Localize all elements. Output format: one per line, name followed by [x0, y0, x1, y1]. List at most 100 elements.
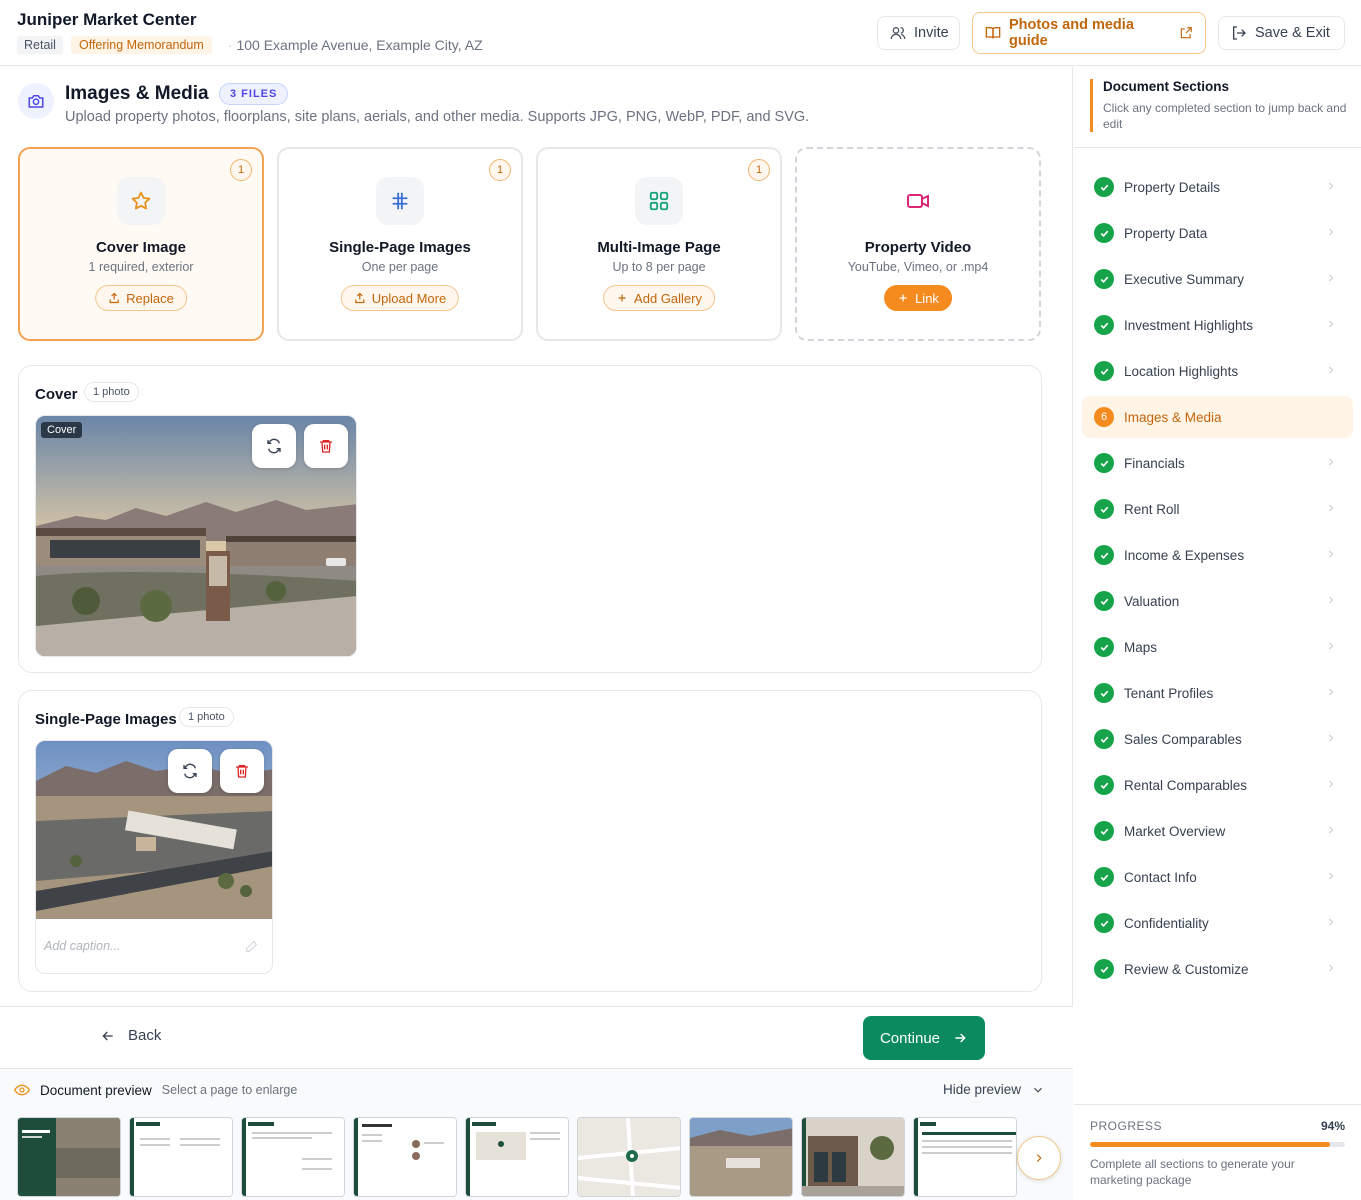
- chevron-right-icon: [1325, 180, 1337, 195]
- check-icon: [1094, 683, 1114, 703]
- single-page-panel: Single-Page Images 1 photo Add caption..…: [18, 690, 1042, 992]
- chevron-right-icon: [1325, 502, 1337, 517]
- chevron-right-icon: [1325, 824, 1337, 839]
- multi-image-card[interactable]: 1 Multi-Image Page Up to 8 per page Add …: [536, 147, 782, 341]
- card-title: Cover Image: [95, 239, 187, 256]
- sidebar-item[interactable]: Review & Customize: [1082, 948, 1353, 990]
- sidebar-item[interactable]: Financials: [1082, 442, 1353, 484]
- caption-input[interactable]: Add caption...: [44, 939, 120, 953]
- check-icon: [1094, 269, 1114, 289]
- sidebar-item-label: Executive Summary: [1124, 271, 1245, 287]
- delete-photo-button[interactable]: [304, 424, 348, 468]
- cover-image-card[interactable]: 1 Cover Image 1 required, exterior Repla…: [18, 147, 264, 341]
- logout-icon: [1231, 25, 1247, 41]
- sidebar-item[interactable]: Rent Roll: [1082, 488, 1353, 530]
- preview-page-thumbnail[interactable]: [241, 1117, 345, 1197]
- preview-subtitle: Select a page to enlarge: [161, 1083, 298, 1097]
- delete-photo-button[interactable]: [220, 749, 264, 793]
- plus-icon: [616, 292, 628, 304]
- cover-panel-title: Cover: [35, 386, 78, 403]
- cover-label: Cover: [41, 422, 83, 438]
- chevron-right-icon: [1325, 732, 1337, 747]
- upload-more-button[interactable]: Upload More: [340, 285, 460, 311]
- continue-label: Continue: [879, 1029, 941, 1047]
- sidebar-item[interactable]: Investment Highlights: [1082, 304, 1353, 346]
- cover-photo[interactable]: Cover: [35, 415, 357, 657]
- preview-page-thumbnail[interactable]: [689, 1117, 793, 1197]
- sidebar-item[interactable]: Valuation: [1082, 580, 1353, 622]
- back-button[interactable]: Back: [100, 1027, 161, 1044]
- add-gallery-button[interactable]: Add Gallery: [603, 285, 715, 311]
- sidebar-divider: [1074, 147, 1361, 148]
- section-title: Images & Media: [65, 83, 209, 104]
- chevron-right-icon: [1325, 272, 1337, 287]
- replace-button[interactable]: Replace: [95, 285, 187, 311]
- progress-panel: PROGRESS 94% Complete all sections to ge…: [1074, 1104, 1361, 1200]
- plus-icon: [897, 292, 909, 304]
- photo-count-badge: 1 photo: [179, 707, 234, 727]
- top-header: Juniper Market Center Retail Offering Me…: [0, 0, 1361, 66]
- single-page-card[interactable]: 1 Single-Page Images One per page Upload…: [277, 147, 523, 341]
- sidebar-item[interactable]: Market Overview: [1082, 810, 1353, 852]
- sidebar-item-label: Sales Comparables: [1124, 731, 1242, 747]
- card-subtitle: 1 required, exterior: [88, 260, 194, 274]
- check-icon: [1094, 499, 1114, 519]
- single-page-photo[interactable]: Add caption...: [35, 740, 273, 974]
- sidebar-item[interactable]: 6 Images & Media: [1082, 396, 1353, 438]
- property-type-tag: Retail: [17, 36, 63, 54]
- sidebar-item-label: Tenant Profiles: [1124, 685, 1214, 701]
- grid-icon: [635, 177, 683, 225]
- check-icon: [1094, 913, 1114, 933]
- card-title: Multi-Image Page: [597, 239, 721, 256]
- property-meta: Retail Offering Memorandum · 100 Example …: [17, 36, 483, 54]
- chevron-right-icon: [1325, 640, 1337, 655]
- sidebar-item[interactable]: Maps: [1082, 626, 1353, 668]
- back-label: Back: [128, 1027, 162, 1044]
- photos-guide-button[interactable]: Photos and media guide: [972, 12, 1206, 54]
- sidebar-item[interactable]: Sales Comparables: [1082, 718, 1353, 760]
- preview-page-thumbnail[interactable]: [913, 1117, 1017, 1197]
- check-icon: [1094, 223, 1114, 243]
- chevron-right-icon: [1325, 870, 1337, 885]
- thumbnails-next-button[interactable]: [1017, 1136, 1061, 1180]
- invite-button[interactable]: Invite: [877, 16, 960, 50]
- sidebar-subtitle: Click any completed section to jump back…: [1103, 101, 1347, 131]
- sidebar-item[interactable]: Executive Summary: [1082, 258, 1353, 300]
- sidebar-item[interactable]: Rental Comparables: [1082, 764, 1353, 806]
- save-exit-button[interactable]: Save & Exit: [1218, 16, 1345, 50]
- sidebar-item[interactable]: Contact Info: [1082, 856, 1353, 898]
- sidebar-item-label: Location Highlights: [1124, 363, 1239, 379]
- sidebar-item[interactable]: Tenant Profiles: [1082, 672, 1353, 714]
- link-label: Link: [915, 290, 939, 306]
- upload-more-label: Upload More: [371, 290, 447, 306]
- progress-label: PROGRESS: [1090, 1119, 1163, 1133]
- chevron-right-icon: [1325, 456, 1337, 471]
- sidebar-item[interactable]: Confidentiality: [1082, 902, 1353, 944]
- sidebar-item[interactable]: Property Details: [1082, 166, 1353, 208]
- hide-preview-button[interactable]: Hide preview: [943, 1082, 1045, 1097]
- sidebar-item[interactable]: Income & Expenses: [1082, 534, 1353, 576]
- sidebar-item[interactable]: Property Data: [1082, 212, 1353, 254]
- preview-page-thumbnail[interactable]: [353, 1117, 457, 1197]
- refresh-icon: [266, 438, 282, 454]
- replace-photo-button[interactable]: [168, 749, 212, 793]
- progress-bar-fill: [1090, 1142, 1330, 1147]
- sidebar-item-label: Income & Expenses: [1124, 547, 1245, 563]
- link-video-button[interactable]: Link: [884, 285, 952, 311]
- guide-label: Photos and media guide: [1009, 17, 1134, 49]
- sidebar-item[interactable]: Location Highlights: [1082, 350, 1353, 392]
- replace-photo-button[interactable]: [252, 424, 296, 468]
- preview-title: Document preview: [40, 1082, 152, 1098]
- continue-button[interactable]: Continue: [863, 1016, 985, 1060]
- preview-page-thumbnail[interactable]: [577, 1117, 681, 1197]
- preview-page-thumbnail[interactable]: [17, 1117, 121, 1197]
- preview-page-thumbnail[interactable]: [129, 1117, 233, 1197]
- chevron-right-icon: [1325, 916, 1337, 931]
- chevron-right-icon: [1325, 686, 1337, 701]
- property-video-card[interactable]: Property Video YouTube, Vimeo, or .mp4 L…: [795, 147, 1041, 341]
- star-icon: [117, 177, 165, 225]
- sidebar-item-label: Rent Roll: [1124, 501, 1180, 517]
- chevron-right-icon: [1325, 548, 1337, 563]
- preview-page-thumbnail[interactable]: [801, 1117, 905, 1197]
- preview-page-thumbnail[interactable]: [465, 1117, 569, 1197]
